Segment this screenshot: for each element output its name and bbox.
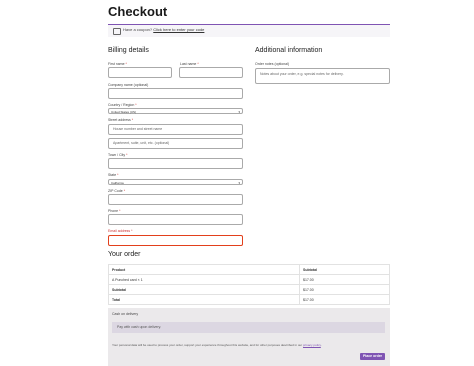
total-label: Total bbox=[108, 294, 300, 305]
subtotal-row: Subtotal $17.00 bbox=[108, 284, 390, 295]
order-table: Product Subtotal A Punched card × 1 $17.… bbox=[108, 264, 390, 305]
country-label: Country / Region * bbox=[108, 103, 137, 107]
last-name-label: Last name * bbox=[180, 62, 199, 66]
street-input[interactable]: House number and street name bbox=[108, 124, 243, 135]
column-header-product: Product bbox=[108, 264, 300, 275]
email-input[interactable] bbox=[108, 235, 243, 246]
product-cell: A Punched card × 1 bbox=[108, 274, 300, 285]
column-header-subtotal: Subtotal bbox=[299, 264, 390, 275]
chevron-down-icon: ▾ bbox=[238, 180, 240, 185]
subtotal-label: Subtotal bbox=[108, 284, 300, 295]
payment-description: Pay with cash upon delivery. bbox=[112, 322, 385, 333]
state-select[interactable]: California ▾ bbox=[108, 179, 243, 185]
place-order-button[interactable]: Place order bbox=[360, 353, 385, 360]
street-label: Street address * bbox=[108, 118, 134, 122]
coupon-prefix: Have a coupon? bbox=[123, 27, 153, 32]
table-header-row: Product Subtotal bbox=[108, 264, 390, 275]
city-input[interactable] bbox=[108, 158, 243, 169]
subtotal-value: $17.00 bbox=[299, 284, 390, 295]
total-row: Total $17.00 bbox=[108, 294, 390, 305]
state-label: State * bbox=[108, 173, 119, 177]
payment-method-cod[interactable]: Cash on delivery bbox=[112, 312, 138, 316]
zip-input[interactable] bbox=[108, 194, 243, 205]
apartment-input[interactable]: Apartment, suite, unit, etc. (optional) bbox=[108, 138, 243, 149]
first-name-label: First name * bbox=[108, 62, 127, 66]
last-name-input[interactable] bbox=[179, 67, 243, 78]
total-value: $17.00 bbox=[299, 294, 390, 305]
privacy-policy-link[interactable]: privacy policy bbox=[303, 343, 321, 347]
privacy-notice: Your personal data will be used to proce… bbox=[112, 343, 322, 347]
order-notes-label: Order notes (optional) bbox=[255, 62, 290, 66]
order-notes-textarea[interactable]: Notes about your order, e.g. special not… bbox=[255, 68, 390, 84]
coupon-link[interactable]: Click here to enter your code bbox=[153, 27, 204, 32]
phone-label: Phone * bbox=[108, 209, 121, 213]
email-label: Email address * bbox=[108, 229, 133, 233]
table-row: A Punched card × 1 $17.00 bbox=[108, 274, 390, 285]
zip-label: ZIP Code * bbox=[108, 189, 126, 193]
billing-heading: Billing details bbox=[108, 47, 149, 54]
subtotal-cell: $17.00 bbox=[299, 274, 390, 285]
coupon-notice: Have a coupon? Click here to enter your … bbox=[108, 24, 390, 37]
first-name-input[interactable] bbox=[108, 67, 172, 78]
chevron-down-icon: ▾ bbox=[238, 109, 240, 114]
company-label: Company name (optional) bbox=[108, 83, 149, 87]
order-heading: Your order bbox=[108, 251, 141, 258]
additional-heading: Additional information bbox=[255, 47, 323, 54]
country-select[interactable]: United States (US) ▾ bbox=[108, 108, 243, 114]
coupon-text: Have a coupon? Click here to enter your … bbox=[123, 27, 204, 32]
city-label: Town / City * bbox=[108, 153, 128, 157]
page-title: Checkout bbox=[108, 4, 168, 19]
company-input[interactable] bbox=[108, 88, 243, 99]
payment-section: Cash on delivery Pay with cash upon deli… bbox=[108, 308, 390, 366]
coupon-icon bbox=[113, 28, 121, 35]
phone-input[interactable] bbox=[108, 214, 243, 225]
